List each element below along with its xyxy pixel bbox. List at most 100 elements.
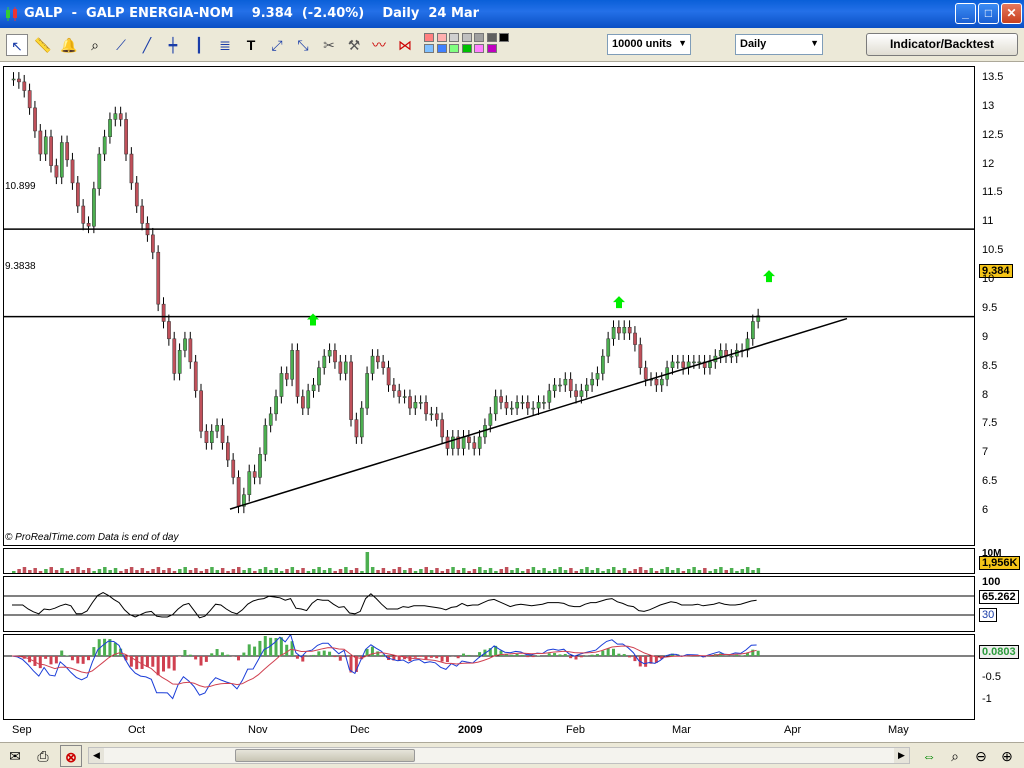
line-tool-icon[interactable]: ╱ <box>136 34 158 56</box>
volume-bar <box>242 570 246 573</box>
candle-body <box>226 442 230 461</box>
volume-bar <box>17 569 21 573</box>
candle-body <box>140 205 145 224</box>
color-swatch[interactable] <box>449 44 459 53</box>
color-swatch[interactable] <box>461 44 472 53</box>
indicator-backtest-button[interactable]: Indicator/Backtest <box>866 33 1018 56</box>
scissors-icon[interactable]: ✂ <box>318 34 340 56</box>
volume-pane[interactable] <box>3 548 975 574</box>
arrow-tool-icon[interactable]: ⤡ <box>292 34 314 56</box>
rsi-pane[interactable] <box>3 576 975 632</box>
no-toggle-icon[interactable]: ⊗ <box>60 745 82 767</box>
chevron-down-icon: ▼ <box>810 38 819 48</box>
volume-bar <box>279 571 284 573</box>
macd-hist-bar <box>317 651 321 656</box>
volume-bar <box>478 567 482 573</box>
volume-bar <box>703 568 707 573</box>
zoom-fit-icon[interactable]: ⇔ <box>918 745 940 767</box>
macd-hist-bar <box>467 654 471 656</box>
candle-body <box>33 107 37 132</box>
volume-bar <box>735 571 739 573</box>
hammer-icon[interactable]: ⚒ <box>343 34 365 56</box>
volume-bar <box>622 568 627 573</box>
segment-tool-icon[interactable]: ⟋ <box>110 34 132 56</box>
candle-body <box>49 136 53 166</box>
candle-body <box>134 182 139 207</box>
fibonacci-icon[interactable]: ≣ <box>214 34 236 56</box>
macd-hist-bar <box>622 654 626 656</box>
color-swatch[interactable] <box>486 33 497 42</box>
macd-hist-bar <box>103 638 107 656</box>
maximize-button[interactable]: □ <box>978 3 999 24</box>
macd-hist-bar <box>92 647 96 656</box>
color-swatch[interactable] <box>461 33 472 42</box>
color-swatch[interactable] <box>449 33 459 42</box>
candle-body <box>327 350 332 357</box>
volume-bar <box>595 568 600 573</box>
candle-body <box>751 321 755 340</box>
print-icon[interactable]: ⎙ <box>32 745 54 767</box>
volume-bar <box>237 567 241 573</box>
candle-body <box>22 81 27 91</box>
color-swatch[interactable] <box>436 44 447 53</box>
macd-hist-bar <box>531 656 535 658</box>
channel-tool-icon[interactable]: ⤢ <box>266 34 288 56</box>
mail-icon[interactable]: ✉ <box>4 745 26 767</box>
pointer-tool-icon[interactable]: ↖ <box>6 34 28 56</box>
macd-pane[interactable] <box>3 634 975 720</box>
zoom-out-icon[interactable]: ⊖ <box>970 745 992 767</box>
candle-body <box>86 223 91 227</box>
macd-hist-bar <box>338 656 342 661</box>
month-label: Mar <box>672 724 691 736</box>
zoom-tool-icon[interactable]: ⌕ <box>84 34 106 56</box>
month-label: May <box>888 724 909 736</box>
candle-body <box>354 419 359 438</box>
candle-body <box>349 361 353 420</box>
candle-body <box>306 390 311 409</box>
scroll-thumb[interactable] <box>235 749 415 762</box>
color-swatch[interactable] <box>486 44 497 53</box>
vertical-line-icon[interactable]: ┃ <box>188 34 210 56</box>
color-swatch[interactable] <box>499 33 509 42</box>
close-button[interactable]: ✕ <box>1001 3 1022 24</box>
color-swatch[interactable] <box>436 33 447 42</box>
volume-bar <box>220 568 225 573</box>
units-dropdown[interactable]: 10000 units ▼ <box>607 34 691 55</box>
price-pane[interactable] <box>3 66 975 546</box>
volume-bar <box>612 567 616 573</box>
macd-hist-bar <box>520 654 524 656</box>
volume-bar <box>472 569 477 573</box>
zoom-search-icon[interactable]: ⌕ <box>944 745 966 767</box>
month-label: Nov <box>248 724 268 736</box>
macd-hist-bar <box>424 656 428 660</box>
horizontal-line-icon[interactable]: ┿ <box>162 34 184 56</box>
macd-hist-bar <box>258 640 262 656</box>
color-swatch[interactable] <box>424 33 434 42</box>
candle-body <box>429 413 434 416</box>
ruler-tool-icon[interactable]: 📏 <box>32 34 54 56</box>
candle-body <box>17 78 21 83</box>
macd-hist-bar <box>547 653 551 656</box>
minimize-button[interactable]: _ <box>955 3 976 24</box>
candle-body <box>177 350 182 374</box>
trend-wave-icon[interactable]: 〰 <box>368 34 390 56</box>
color-swatch[interactable] <box>474 33 484 42</box>
volume-bar <box>445 569 450 573</box>
candle-body <box>263 425 268 455</box>
candle-body <box>509 407 514 410</box>
alert-bell-icon[interactable]: 🔔 <box>58 34 80 56</box>
candle-body <box>579 390 584 397</box>
macd-hist-bar <box>44 656 48 659</box>
timeframe-dropdown[interactable]: Daily ▼ <box>735 34 823 55</box>
pattern-icon[interactable]: ⋈ <box>394 34 416 56</box>
chart-scrollbar[interactable]: ◀ ▶ <box>88 747 910 764</box>
candle-body <box>167 321 171 340</box>
zoom-in-icon[interactable]: ⊕ <box>996 745 1018 767</box>
color-swatch[interactable] <box>474 44 484 53</box>
scroll-right-arrow[interactable]: ▶ <box>894 748 909 763</box>
macd-hist-bar <box>76 656 80 664</box>
volume-bar <box>258 569 262 573</box>
color-swatch[interactable] <box>424 44 434 53</box>
text-tool-icon[interactable]: T <box>240 34 262 56</box>
scroll-left-arrow[interactable]: ◀ <box>89 748 104 763</box>
